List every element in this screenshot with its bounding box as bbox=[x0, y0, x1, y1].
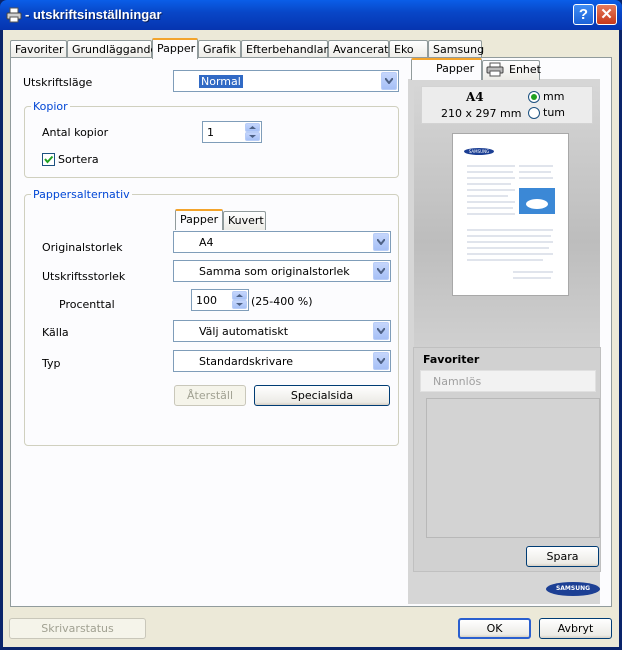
check-icon bbox=[44, 155, 54, 164]
favorites-list[interactable] bbox=[426, 398, 600, 538]
radio-dot-icon bbox=[531, 94, 537, 100]
tab-grundlaggande[interactable]: Grundläggande bbox=[67, 40, 157, 58]
source-value: Välj automatiskt bbox=[199, 325, 289, 338]
unit-inch-label: tum bbox=[543, 106, 565, 119]
type-select[interactable]: Standardskrivare bbox=[173, 350, 391, 372]
dialog-window: - utskriftsinställningar ? ✕ Favoriter G… bbox=[0, 0, 622, 650]
chevron-down-icon[interactable] bbox=[373, 233, 389, 251]
tab-grafik[interactable]: Grafik bbox=[198, 40, 241, 58]
paper-size-name: A4 bbox=[466, 90, 484, 104]
paper-options-group-title: Pappersalternativ bbox=[31, 188, 132, 201]
dialog-body: Favoriter Grundläggande Papper Grafik Ef… bbox=[3, 30, 619, 647]
favorites-title: Favoriter bbox=[423, 353, 480, 366]
original-size-label: Originalstorlek bbox=[42, 241, 123, 254]
samsung-logo: SAMSUNG bbox=[546, 582, 600, 596]
type-label: Typ bbox=[42, 357, 61, 370]
copies-count-label: Antal kopior bbox=[42, 126, 109, 139]
close-button[interactable]: ✕ bbox=[596, 4, 617, 25]
output-size-select[interactable]: Samma som originalstorlek bbox=[173, 260, 391, 282]
printer-icon bbox=[486, 62, 504, 77]
custom-page-button[interactable]: Specialsida bbox=[254, 385, 390, 406]
tab-preview-papper[interactable]: Papper bbox=[411, 58, 482, 80]
stepper-down-icon[interactable] bbox=[245, 132, 260, 141]
source-select[interactable]: Välj automatiskt bbox=[173, 320, 391, 342]
tab-favoriter[interactable]: Favoriter bbox=[10, 40, 67, 58]
output-size-label: Utskriftsstorlek bbox=[42, 270, 126, 283]
stepper-up-icon[interactable] bbox=[245, 123, 260, 132]
title-bar[interactable]: - utskriftsinställningar ? ✕ bbox=[0, 0, 622, 30]
chevron-down-icon[interactable] bbox=[381, 72, 397, 90]
stepper-up-icon[interactable] bbox=[232, 291, 247, 300]
unit-mm-label: mm bbox=[543, 90, 565, 103]
ok-button[interactable]: OK bbox=[458, 618, 531, 639]
save-favorite-button[interactable]: Spara bbox=[526, 546, 599, 567]
percent-range: (25-400 %) bbox=[251, 295, 313, 308]
paper-options-group: Pappersalternativ Papper Kuvert Original… bbox=[24, 188, 399, 446]
copies-group-title: Kopior bbox=[31, 100, 70, 113]
reset-button[interactable]: Återställ bbox=[174, 385, 246, 406]
window-title: - utskriftsinställningar bbox=[25, 7, 162, 22]
copies-count-value: 1 bbox=[207, 126, 214, 139]
original-size-value: A4 bbox=[199, 236, 214, 249]
collate-label: Sortera bbox=[58, 153, 99, 166]
copies-stepper[interactable]: 1 bbox=[202, 121, 262, 143]
subtab-kuvert[interactable]: Kuvert bbox=[223, 211, 266, 230]
output-size-value: Samma som originalstorlek bbox=[199, 265, 350, 278]
subtab-papper[interactable]: Papper bbox=[175, 209, 223, 230]
tab-efterbehandlar[interactable]: Efterbehandlar bbox=[241, 40, 328, 58]
page-preview: SAMSUNG bbox=[452, 133, 569, 296]
print-mode-label: Utskriftsläge bbox=[23, 76, 93, 89]
stepper-down-icon[interactable] bbox=[232, 300, 247, 309]
favorites-name-input[interactable]: Namnlös bbox=[420, 370, 596, 392]
paper-size-dims: 210 x 297 mm bbox=[441, 107, 522, 120]
percent-label: Procenttal bbox=[59, 298, 115, 311]
chevron-down-icon[interactable] bbox=[373, 352, 389, 370]
favorites-panel: Favoriter Namnlös Spara bbox=[413, 347, 601, 572]
tab-eko[interactable]: Eko bbox=[389, 40, 428, 58]
tab-papper[interactable]: Papper bbox=[152, 38, 198, 59]
print-mode-value: Normal bbox=[199, 75, 243, 88]
print-mode-select[interactable]: Normal bbox=[173, 70, 399, 92]
tab-samsung[interactable]: Samsung bbox=[428, 40, 484, 58]
unit-mm-radio[interactable] bbox=[528, 91, 540, 103]
printer-status-button[interactable]: Skrivarstatus bbox=[9, 618, 146, 639]
percent-stepper[interactable]: 100 bbox=[191, 289, 249, 311]
cancel-button[interactable]: Avbryt bbox=[539, 618, 612, 639]
chevron-down-icon[interactable] bbox=[373, 262, 389, 280]
percent-value: 100 bbox=[196, 294, 217, 307]
chevron-down-icon[interactable] bbox=[373, 322, 389, 340]
printer-icon bbox=[6, 7, 22, 23]
original-size-select[interactable]: A4 bbox=[173, 231, 391, 253]
paper-size-box: A4 210 x 297 mm mm tum bbox=[421, 86, 593, 124]
unit-inch-radio[interactable] bbox=[528, 107, 540, 119]
document-text-icon bbox=[467, 165, 555, 279]
collate-checkbox[interactable] bbox=[42, 153, 55, 166]
copies-group: Kopior Antal kopior 1 Sortera bbox=[24, 100, 399, 178]
help-button[interactable]: ? bbox=[573, 4, 594, 25]
type-value: Standardskrivare bbox=[199, 355, 294, 368]
tab-avancerat[interactable]: Avancerat bbox=[328, 40, 389, 58]
source-label: Källa bbox=[42, 326, 69, 339]
